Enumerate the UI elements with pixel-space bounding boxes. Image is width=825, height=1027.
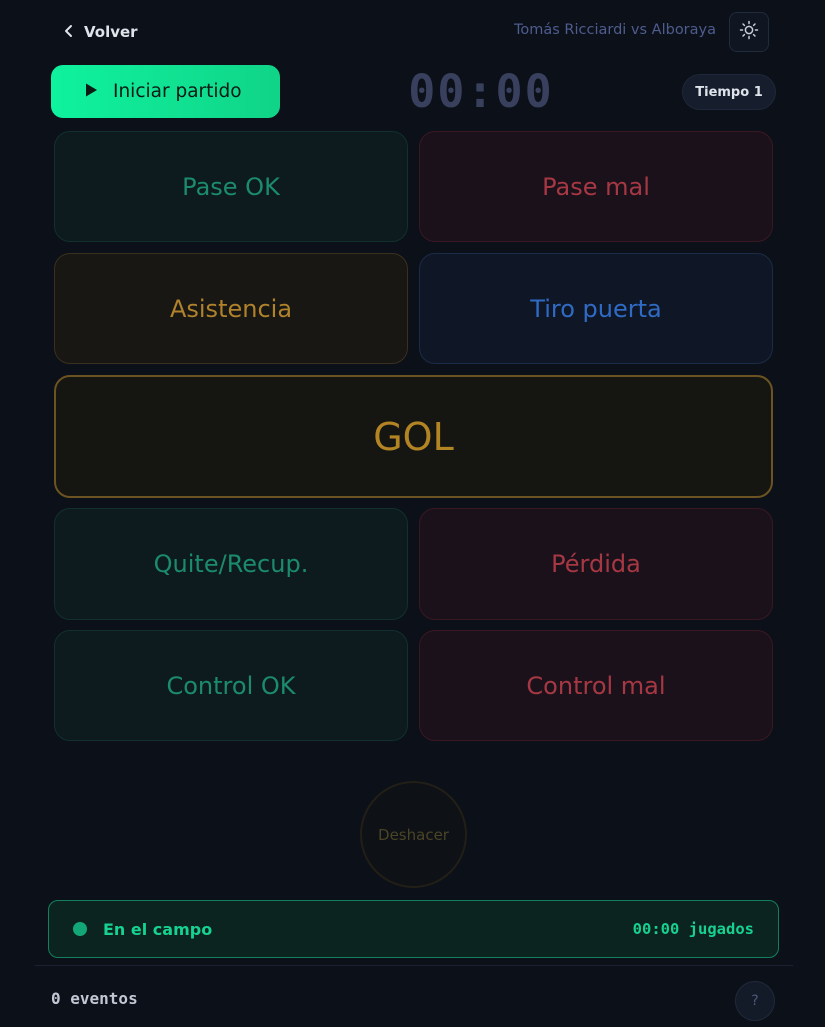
goal-label: GOL — [373, 414, 454, 459]
match-title: Tomás Ricciardi vs Alboraya — [513, 22, 716, 38]
help-label: ? — [751, 993, 759, 1009]
start-match-label: Iniciar partido — [113, 81, 242, 102]
footer-divider — [35, 965, 793, 966]
pass-bad-button[interactable]: Pase mal — [419, 131, 773, 242]
control-ok-label: Control OK — [166, 671, 296, 700]
events-count: 0 eventos — [51, 989, 138, 1008]
tackle-button[interactable]: Quite/Recup. — [54, 508, 408, 620]
played-time: 00:00 jugados — [632, 920, 754, 938]
theme-toggle-button[interactable] — [729, 12, 769, 52]
loss-label: Pérdida — [551, 550, 641, 578]
period-badge[interactable]: Tiempo 1 — [682, 74, 776, 110]
control-bad-label: Control mal — [526, 671, 666, 700]
goal-button[interactable]: GOL — [54, 375, 773, 498]
play-icon — [83, 82, 99, 102]
shot-on-target-button[interactable]: Tiro puerta — [419, 253, 773, 364]
pass-ok-button[interactable]: Pase OK — [54, 131, 408, 242]
undo-button[interactable]: Deshacer — [360, 781, 467, 888]
status-dot-icon — [73, 922, 87, 936]
match-timer: 00:00 — [408, 65, 554, 118]
shot-on-target-label: Tiro puerta — [530, 294, 662, 323]
control-ok-button[interactable]: Control OK — [54, 630, 408, 741]
back-label: Volver — [84, 23, 138, 41]
match-tracker-screen: Volver Tomás Ricciardi vs Alboraya Inici… — [0, 0, 825, 1027]
help-button[interactable]: ? — [735, 981, 775, 1021]
player-status-bar: En el campo 00:00 jugados — [48, 900, 779, 958]
tackle-label: Quite/Recup. — [153, 550, 309, 578]
status-label: En el campo — [103, 919, 213, 939]
chevron-left-icon — [62, 23, 76, 42]
sun-icon — [739, 20, 759, 44]
start-match-button[interactable]: Iniciar partido — [51, 65, 280, 118]
pass-bad-label: Pase mal — [542, 172, 650, 201]
control-bad-button[interactable]: Control mal — [419, 630, 773, 741]
assist-label: Asistencia — [169, 294, 293, 323]
back-button[interactable]: Volver — [62, 19, 138, 45]
assist-button[interactable]: Asistencia — [54, 253, 408, 364]
undo-label: Deshacer — [378, 825, 449, 844]
pass-ok-label: Pase OK — [182, 172, 280, 201]
loss-button[interactable]: Pérdida — [419, 508, 773, 620]
